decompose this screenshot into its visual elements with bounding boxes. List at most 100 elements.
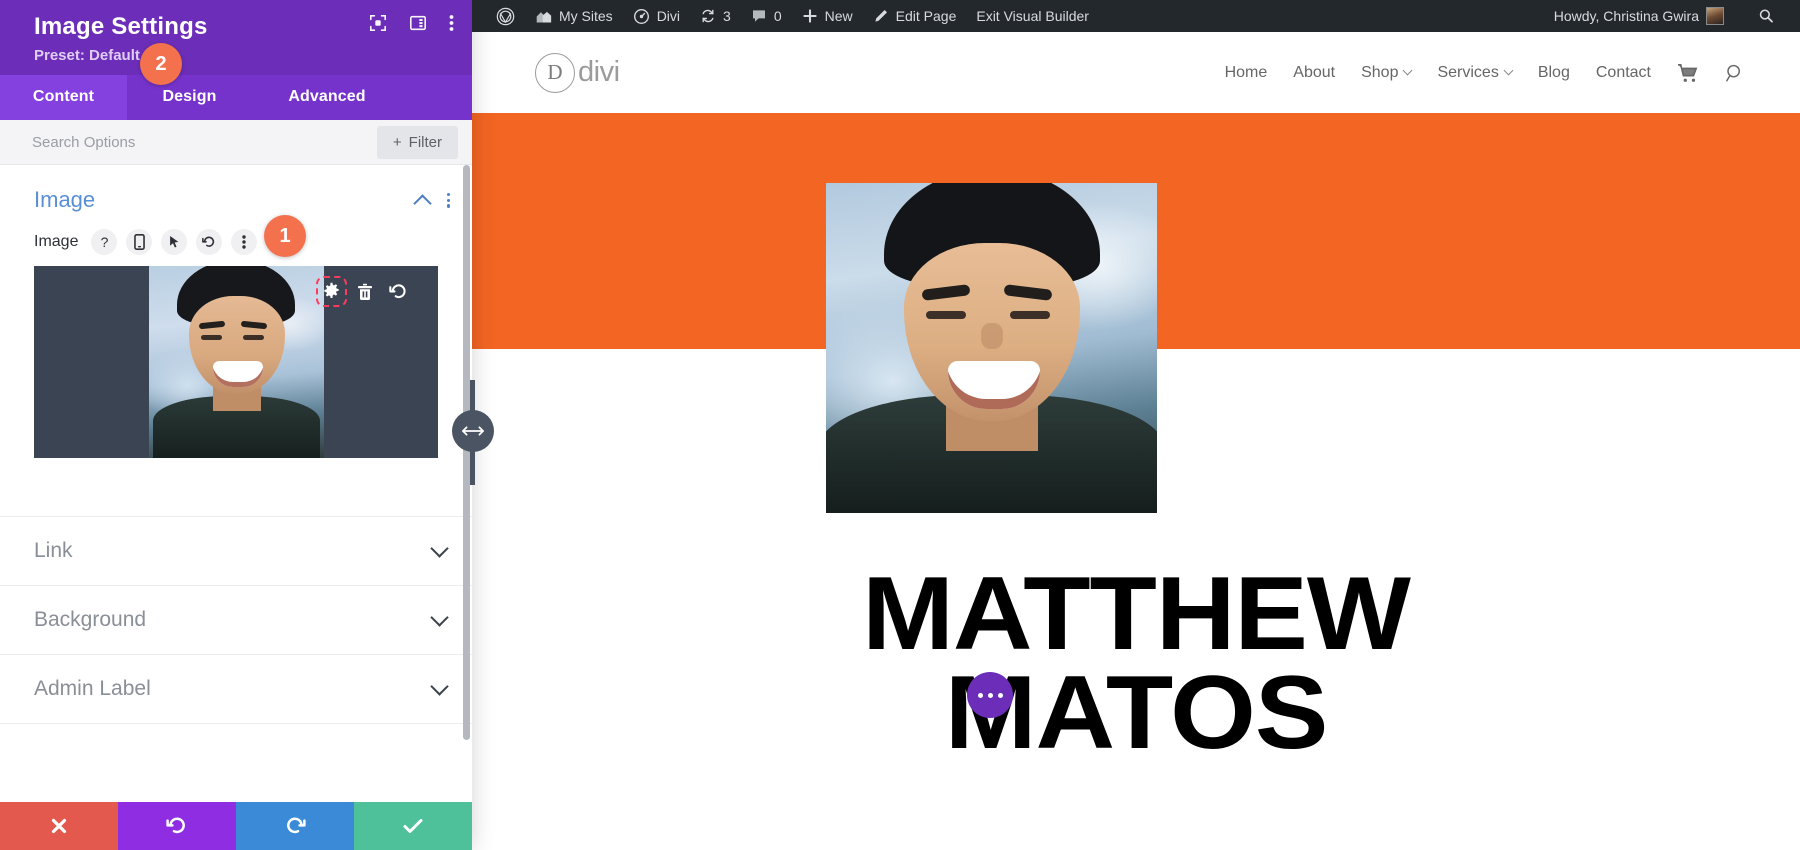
reset-image-icon[interactable] bbox=[389, 282, 408, 301]
panel-header-icon-group bbox=[369, 14, 454, 32]
image-field: Image ? bbox=[0, 229, 472, 459]
admin-bar-item-edit-page[interactable]: Edit Page bbox=[863, 0, 967, 32]
site-logo[interactable]: D divi bbox=[535, 52, 620, 93]
bubble-dot-1 bbox=[977, 692, 983, 698]
nav-label: Home bbox=[1224, 63, 1268, 81]
layout-panel-icon[interactable] bbox=[409, 14, 427, 32]
admin-bar-item-my-sites[interactable]: My Sites bbox=[525, 0, 623, 32]
chevron-down-icon bbox=[430, 608, 449, 627]
admin-bar-label: 0 bbox=[773, 8, 782, 24]
options-kebab-icon[interactable] bbox=[231, 229, 258, 256]
scrollbar-thumb[interactable] bbox=[463, 165, 470, 741]
chevron-down-icon bbox=[1503, 65, 1514, 76]
search-input[interactable] bbox=[0, 120, 377, 165]
wordpress-logo-icon[interactable] bbox=[486, 0, 525, 32]
site-header: D divi Home About Shop Services Blog Con… bbox=[472, 32, 1800, 113]
nav-label: Blog bbox=[1537, 63, 1570, 81]
nav-label: Shop bbox=[1361, 63, 1399, 81]
admin-bar-label: 3 bbox=[723, 8, 731, 24]
headline-line-1: MATTHEW bbox=[862, 556, 1411, 672]
bubble-dot-2 bbox=[987, 692, 993, 698]
hero-headline[interactable]: MATTHEW MATOS bbox=[472, 562, 1800, 765]
search-icon[interactable] bbox=[1748, 0, 1784, 32]
filter-button[interactable]: + Filter bbox=[376, 125, 458, 159]
admin-bar-label: My Sites bbox=[559, 8, 613, 24]
reset-undo-icon[interactable] bbox=[196, 229, 223, 256]
bubble-dot-3 bbox=[997, 692, 1003, 698]
accordion-label: Admin Label bbox=[34, 677, 151, 701]
preset-label: Preset: Default bbox=[34, 47, 140, 65]
undo-button[interactable] bbox=[118, 802, 236, 850]
save-button[interactable] bbox=[354, 802, 472, 850]
image-preview-box[interactable] bbox=[34, 266, 438, 459]
site-navigation: Home About Shop Services Blog Contact bbox=[1225, 63, 1745, 83]
admin-bar-label: Exit Visual Builder bbox=[976, 8, 1089, 24]
nav-item-blog[interactable]: Blog bbox=[1538, 64, 1570, 82]
logo-circle-icon: D bbox=[535, 52, 575, 93]
preset-selector[interactable]: Preset: Default▼ bbox=[34, 47, 152, 64]
wordpress-admin-bar: My Sites Divi 3 0 New Edit Page Exit Vis… bbox=[472, 0, 1800, 32]
focus-target-icon[interactable] bbox=[369, 14, 387, 32]
photo-nose bbox=[981, 323, 1003, 349]
nav-item-about[interactable]: About bbox=[1293, 64, 1335, 82]
redo-button[interactable] bbox=[236, 802, 354, 850]
shopping-cart-icon[interactable] bbox=[1677, 63, 1699, 83]
module-options-bubble[interactable] bbox=[967, 672, 1013, 718]
admin-bar-left-group: My Sites Divi 3 0 New Edit Page Exit Vis… bbox=[472, 0, 1099, 32]
admin-bar-item-divi[interactable]: Divi bbox=[623, 0, 690, 32]
plus-icon: + bbox=[392, 133, 402, 151]
admin-bar-item-updates[interactable]: 3 bbox=[690, 0, 741, 32]
cancel-button[interactable] bbox=[0, 802, 118, 850]
admin-bar-item-exit-visual-builder[interactable]: Exit Visual Builder bbox=[966, 0, 1099, 32]
admin-bar-item-comments[interactable]: 0 bbox=[741, 0, 792, 32]
hero-portrait-image[interactable] bbox=[826, 183, 1157, 513]
hover-pointer-icon[interactable] bbox=[161, 229, 188, 256]
admin-bar-label: Divi bbox=[656, 8, 681, 24]
kebab-menu-icon[interactable] bbox=[449, 14, 454, 32]
accordion-background[interactable]: Background bbox=[0, 585, 472, 654]
nav-item-shop[interactable]: Shop bbox=[1361, 63, 1413, 82]
nav-label: About bbox=[1293, 63, 1336, 81]
nav-item-services[interactable]: Services bbox=[1437, 63, 1514, 82]
panel-header: Image Settings Preset: Default▼ bbox=[0, 0, 472, 76]
responsive-phone-icon[interactable] bbox=[126, 229, 153, 256]
image-thumbnail[interactable] bbox=[148, 266, 324, 459]
filter-label: Filter bbox=[408, 133, 442, 151]
image-toggle-header[interactable]: Image bbox=[0, 165, 472, 229]
tab-advanced[interactable]: Advanced bbox=[252, 75, 402, 120]
accordion-link[interactable]: Link bbox=[0, 516, 472, 585]
nav-item-contact[interactable]: Contact bbox=[1596, 64, 1651, 82]
step-badge-1: 1 bbox=[264, 215, 306, 257]
thumb-eye-right bbox=[242, 335, 264, 341]
chevron-down-icon bbox=[430, 539, 449, 558]
panel-scrollbar[interactable] bbox=[463, 165, 470, 802]
admin-bar-howdy[interactable]: Howdy, Christina Gwira bbox=[1544, 0, 1734, 32]
panel-tabs: Content Design Advanced bbox=[0, 75, 472, 121]
search-icon[interactable] bbox=[1725, 63, 1745, 83]
logo-wordmark: divi bbox=[578, 56, 620, 88]
delete-trash-icon[interactable] bbox=[357, 283, 373, 301]
panel-resize-handle[interactable] bbox=[452, 410, 494, 452]
accordion-label: Background bbox=[34, 608, 147, 632]
image-settings-panel: Image Settings Preset: Default▼ bbox=[0, 0, 472, 850]
chevron-down-icon bbox=[430, 677, 449, 696]
tab-design[interactable]: Design bbox=[127, 75, 252, 120]
nav-label: Services bbox=[1437, 63, 1499, 81]
headline-line-2: MATOS bbox=[944, 654, 1329, 771]
image-preview-actions bbox=[316, 276, 408, 308]
accordion-admin-label[interactable]: Admin Label bbox=[0, 654, 472, 723]
tab-content[interactable]: Content bbox=[0, 75, 127, 121]
help-icon[interactable]: ? bbox=[91, 229, 118, 256]
admin-bar-item-new[interactable]: New bbox=[792, 0, 863, 32]
howdy-label: Howdy, Christina Gwira bbox=[1553, 8, 1699, 24]
admin-bar-label: New bbox=[824, 8, 853, 24]
nav-item-home[interactable]: Home bbox=[1225, 64, 1268, 82]
chevron-up-icon[interactable] bbox=[413, 194, 432, 213]
avatar bbox=[1706, 7, 1724, 25]
settings-gear-icon[interactable] bbox=[316, 276, 347, 308]
screen-root: MATTHEW MATOS D divi Home About Shop Ser… bbox=[0, 0, 1800, 850]
search-options-row: + Filter bbox=[0, 120, 472, 166]
toggle-kebab-icon[interactable] bbox=[446, 193, 450, 208]
image-field-label: Image bbox=[34, 233, 79, 251]
panel-scroll-body: Image Image ? Link Background Admin Labe… bbox=[0, 165, 472, 802]
